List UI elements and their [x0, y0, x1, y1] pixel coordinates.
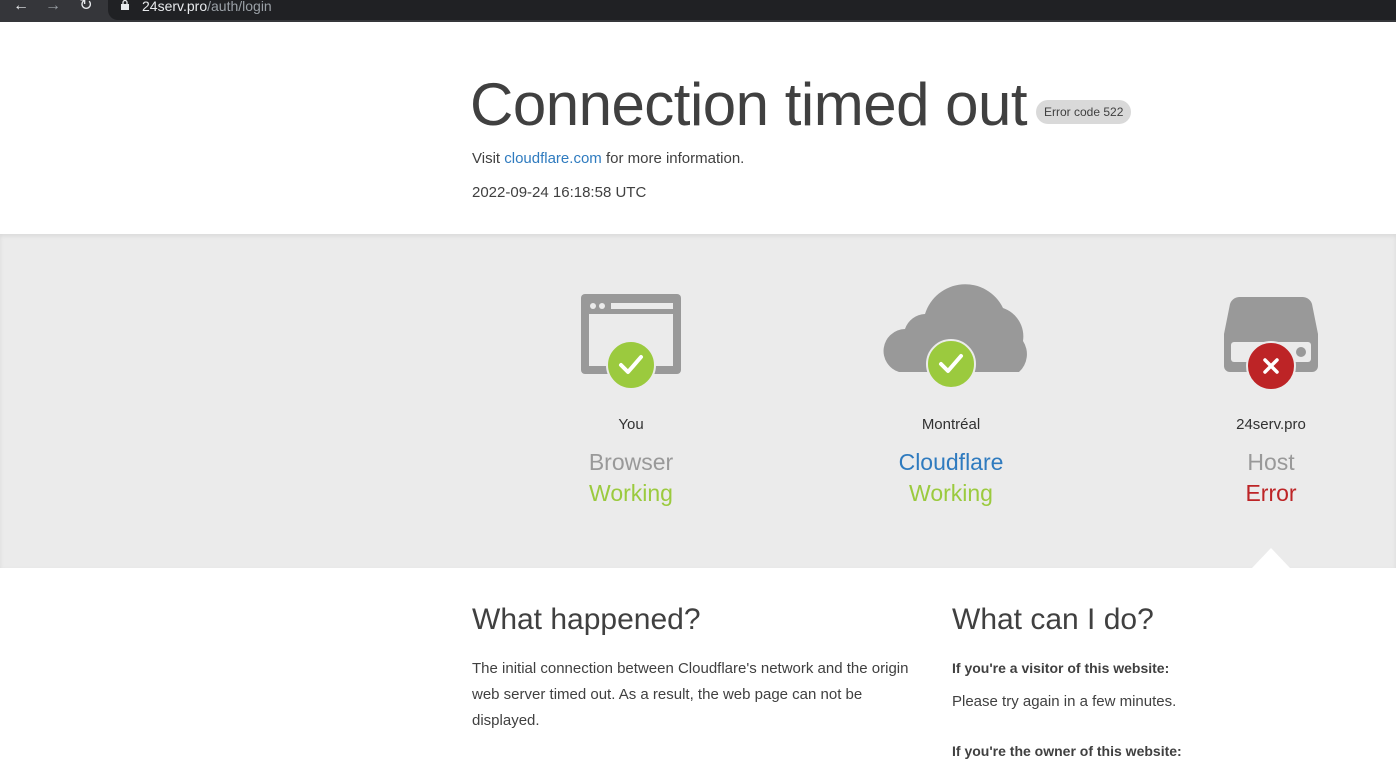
status-kind: Browser — [588, 449, 674, 475]
address-bar[interactable]: 24serv.pro/auth/login — [108, 0, 1396, 20]
visit-line: Visit cloudflare.com for more informatio… — [472, 150, 744, 167]
url-path: /auth/login — [207, 0, 272, 14]
visit-prefix: Visit — [472, 150, 505, 167]
error-code-badge: Error code 522 — [1036, 100, 1132, 124]
url-host: 24serv.pro — [142, 0, 208, 14]
forward-arrow-icon[interactable]: → — [44, 0, 62, 16]
what-can-i-do-heading: What can I do? — [952, 603, 1154, 636]
status-place: Montréal — [921, 416, 981, 433]
browser-toolbar: ← → ↻ 24serv.pro/auth/login — [0, 0, 1396, 22]
back-arrow-icon[interactable]: ← — [12, 0, 30, 16]
timestamp: 2022-09-24 16:18:58 UTC — [472, 184, 647, 201]
visitor-heading: If you're a visitor of this website: — [952, 660, 1170, 676]
page-title: Connection timed out — [470, 71, 1028, 138]
error-pointer — [1252, 548, 1290, 568]
reload-icon[interactable]: ↻ — [77, 0, 95, 16]
status-place: You — [618, 416, 644, 433]
status-kind-link[interactable]: Cloudflare — [851, 449, 1051, 476]
status-kind: Host — [1247, 449, 1295, 475]
url-text: 24serv.pro/auth/login — [142, 0, 272, 14]
status-state: Working — [909, 480, 993, 506]
status-place: 24serv.pro — [1236, 416, 1306, 433]
what-happened-heading: What happened? — [472, 603, 701, 636]
owner-heading: If you're the owner of this website: — [952, 743, 1182, 759]
cloud-icon — [883, 284, 1027, 389]
visit-suffix: for more information. — [601, 150, 745, 167]
cloudflare-link[interactable]: cloudflare.com — [504, 150, 602, 167]
status-state: Working — [589, 480, 673, 506]
lock-icon — [121, 0, 129, 10]
browser-window-icon — [581, 294, 681, 390]
server-icon — [1224, 297, 1318, 391]
status-state: Error — [1245, 480, 1297, 506]
visitor-text: Please try again in a few minutes. — [952, 693, 1177, 710]
what-happened-text: The initial connection between Cloudflar… — [472, 660, 909, 729]
